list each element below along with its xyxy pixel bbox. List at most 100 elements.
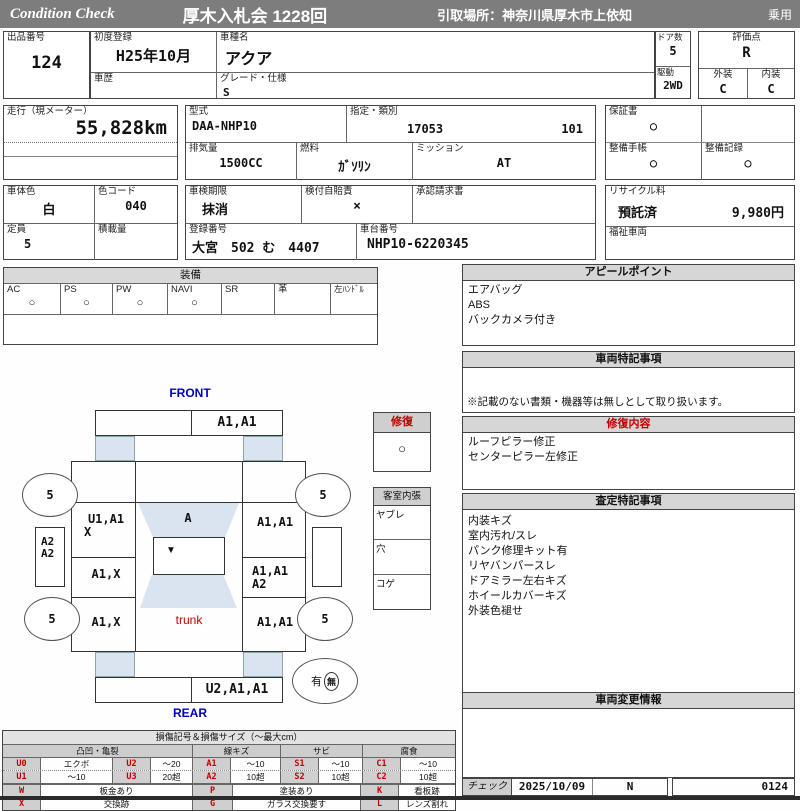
history-label: 車歴 [94, 73, 114, 84]
maintenance-book-label: 整備手帳 [609, 143, 648, 154]
doors-drive-box: ドア数 5 駆動 2WD [655, 31, 691, 99]
assessment-panel: 査定特記事項 内装キズ 室内汚れ/スレ パンク修理キット有 リヤバンパースレ ド… [462, 493, 795, 693]
mileage-value: 55,828km [75, 116, 167, 139]
equip-pw-value: ○ [136, 296, 144, 309]
legend-group-corrosion: 腐食 [400, 746, 418, 756]
tire-rr-depth: 5 [321, 612, 329, 626]
drive-label: 駆動 [657, 67, 675, 77]
interior-value: C [767, 81, 775, 96]
left-mirror-damage: A2 A2 [41, 535, 55, 560]
equip-ac-value: ○ [28, 296, 36, 309]
assessment-line: ドアミラー左右キズ [468, 575, 567, 587]
lot-number-box: 出品番号 124 [3, 31, 90, 99]
doors-value: 5 [669, 43, 677, 58]
front-pillar-left [95, 436, 135, 461]
vehicle-notes-note: ※記載のない書類・機器等は無しとして取り扱います。 [467, 396, 729, 408]
exterior-label: 外装 [713, 69, 733, 80]
change-info-title: 車両変更情報 [462, 692, 795, 709]
repair-details-panel: 修復内容 ルーフピラー修正 センターピラー左修正 [462, 416, 795, 490]
front-pillar-right [243, 436, 283, 461]
grade-value: S [223, 85, 230, 99]
tire-fl-depth: 5 [46, 488, 54, 502]
legend-size: 20超 [151, 771, 193, 783]
check-code: N [626, 780, 634, 793]
drive-value: 2WD [663, 78, 683, 92]
front-bumper-damage: A1,A1 [217, 415, 257, 430]
spare-none-label: 無 [323, 671, 339, 691]
body-color-label: 車体色 [7, 186, 36, 197]
left-mirror-box: A2 A2 [35, 527, 65, 587]
right-quarter-damage: A1,A1 [256, 615, 294, 629]
legend-size: 〜10 [231, 758, 281, 770]
insurance-value: × [353, 198, 361, 214]
rear-window [140, 575, 237, 608]
maintenance-record-label: 整備記録 [705, 143, 744, 154]
legend-size: 〜10 [419, 759, 437, 769]
cabin-row-koge: コゲ [376, 579, 396, 590]
grade-label: グレード・仕様 [220, 73, 287, 84]
legend-size: エクボ [41, 758, 113, 770]
first-reg-label: 初度登録 [94, 32, 133, 43]
chassis-label: 車台番号 [360, 224, 399, 235]
assessment-line: パンク修理キット有 [468, 545, 568, 557]
equip-sr-label: SR [225, 284, 239, 295]
cabin-row-yabure: ヤブレ [374, 506, 430, 540]
approval-label: 承認請求書 [416, 186, 464, 197]
insurance-label: 検付自賠責 [305, 186, 353, 197]
class-value-1: 17053 [407, 122, 444, 136]
equip-navi-value: ○ [191, 296, 198, 309]
tire-rl-depth: 5 [48, 612, 56, 626]
legend-title: 損傷記号＆損傷サイズ（〜最大cm） [3, 731, 455, 745]
cabin-lining-title: 客室内張 [374, 488, 430, 506]
lot-number-value: 124 [31, 52, 62, 73]
legend-code: U3 [113, 771, 151, 783]
pickup-location: 引取場所：神奈川県厚木市上依知 [437, 7, 633, 23]
body-color-value: 白 [42, 202, 56, 218]
legend-code: C1 [363, 758, 401, 770]
legend-code: S1 [281, 758, 319, 770]
capacity-value: 5 [24, 236, 32, 251]
vehicle-notes-panel: 車両特記事項 ※記載のない書類・機器等は無しとして取り扱います。 [462, 351, 795, 413]
header-bar: Condition Check 厚木入札会 1228回 引取場所：神奈川県厚木市… [0, 0, 800, 28]
recycle-box: リサイクル料 預託済 9,980円 福祉車両 [605, 185, 795, 260]
brand-logo: Condition Check [10, 5, 115, 22]
vehicle-notes-body: ※記載のない書類・機器等は無しとして取り扱います。 [462, 368, 795, 413]
legend-code: U1 [3, 771, 41, 783]
auction-title: 厚木入札会 1228回 [182, 6, 328, 26]
color-box: 車体色 白 色コード 040 定員 5 積載量 [3, 185, 178, 260]
reg-no-label: 登録番号 [189, 224, 228, 235]
repair-flag-box: 修復 ○ [373, 412, 431, 472]
fuel-value: ｶﾞｿﾘﾝ [338, 159, 371, 175]
appeal-line: エアバッグ [468, 284, 523, 296]
tire-front-left: 5 [22, 473, 78, 517]
recycle-label: リサイクル料 [609, 186, 666, 197]
legend-size: 10超 [319, 771, 363, 783]
spare-tire-indicator: 有 無 [292, 658, 358, 704]
legend-size: 10超 [231, 771, 281, 783]
spec-box: 型式 DAA-NHP10 指定・類別 17053 101 排気量 1500CC … [185, 105, 596, 180]
assessment-body: 内装キズ 室内汚れ/スレ パンク修理キット有 リヤバンパースレ ドアミラー左右キ… [462, 510, 795, 693]
reg-no-value: 大宮 502 む 4407 [192, 240, 320, 256]
repair-flag-value: ○ [398, 441, 406, 456]
repair-line: ルーフピラー修正 [468, 436, 556, 448]
warranty-label: 保証書 [609, 106, 638, 117]
score-value: R [742, 44, 751, 61]
legend-code: U0 [3, 758, 41, 770]
model-name-value: アクア [225, 48, 273, 68]
left-rear-door-damage: A1,X [91, 567, 121, 581]
registration-detail-box: 車検期限 抹消 検付自賠責 × 承認請求書 登録番号 大宮 502 む 4407… [185, 185, 596, 260]
equipment-table: 装備 AC ○ PS ○ PW ○ NAVI ○ SR 革 左ﾊﾝﾄﾞﾙ [3, 267, 378, 345]
rear-pillar-left [95, 652, 135, 677]
equip-leather-label: 革 [278, 284, 288, 295]
equip-lhd-label: 左ﾊﾝﾄﾞﾙ [334, 284, 364, 294]
appeal-line: ABS [468, 299, 491, 311]
inspection-value: 抹消 [202, 202, 229, 218]
rear-label: REAR [172, 706, 207, 720]
legend-size: 〜10 [319, 758, 363, 770]
bottom-rule [0, 796, 800, 800]
repair-line: センターピラー左修正 [468, 451, 578, 463]
legend-code: S2 [281, 771, 319, 783]
usage-type: 乗用 [767, 7, 792, 22]
tire-front-right: 5 [295, 473, 351, 517]
first-reg-value: H25年10月 [115, 46, 192, 65]
